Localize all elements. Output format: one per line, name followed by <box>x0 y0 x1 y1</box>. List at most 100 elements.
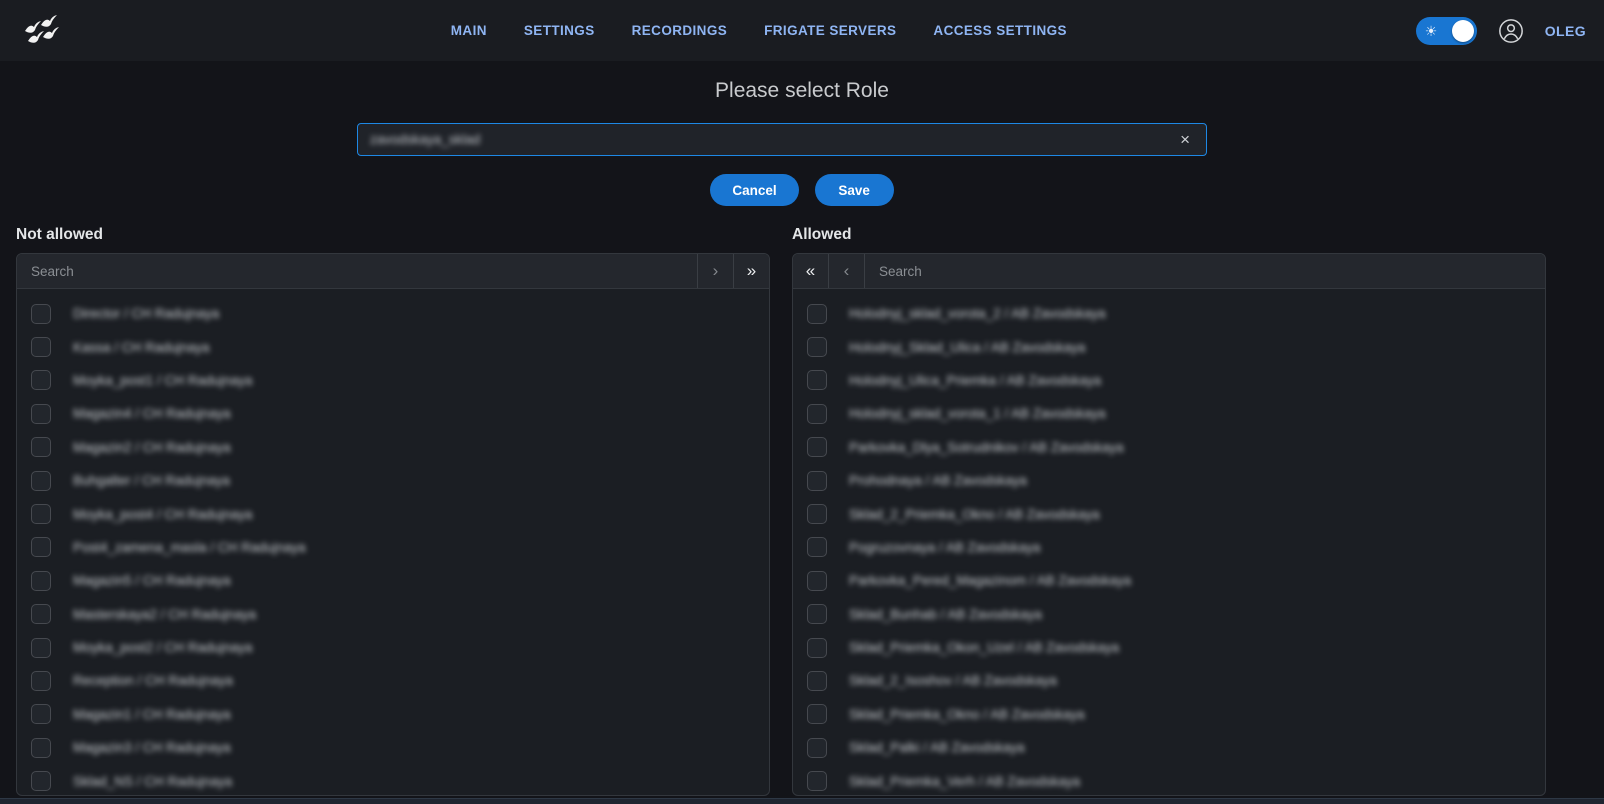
move-all-right-button[interactable]: » <box>733 254 769 288</box>
list-item: Sklad_Priemka_Okno / AB Zavodskaya <box>793 698 1545 731</box>
item-checkbox[interactable] <box>807 537 827 557</box>
item-checkbox[interactable] <box>807 304 827 324</box>
item-checkbox[interactable] <box>807 337 827 357</box>
theme-toggle[interactable]: ☀ <box>1416 17 1477 45</box>
list-item: Buhgalter / CH Radujnaya <box>17 464 769 497</box>
list-item: Pogruzovnaya / AB Zavodskaya <box>793 531 1545 564</box>
item-checkbox[interactable] <box>807 638 827 658</box>
item-checkbox[interactable] <box>31 638 51 658</box>
save-button[interactable]: Save <box>815 174 894 206</box>
item-label: Kassa / CH Radujnaya <box>73 340 210 355</box>
toggle-knob <box>1452 20 1474 42</box>
cancel-button[interactable]: Cancel <box>710 174 798 206</box>
role-input[interactable]: zavodskaya_sklad × <box>357 123 1207 156</box>
list-item: Sklad_Priemka_Verh / AB Zavodskaya <box>793 764 1545 796</box>
item-checkbox[interactable] <box>807 471 827 491</box>
sun-icon: ☀ <box>1425 24 1438 38</box>
dialog-buttons: Cancel Save <box>0 174 1604 206</box>
item-checkbox[interactable] <box>31 771 51 791</box>
list-item: Sklad_2_Isoshov / AB Zavodskaya <box>793 664 1545 697</box>
top-navbar: MAIN SETTINGS RECORDINGS FRIGATE SERVERS… <box>0 0 1604 61</box>
allowed-heading: Allowed <box>792 226 1546 244</box>
nav-right-group: ☀ OLEG <box>1416 17 1586 45</box>
app-logo-birds-icon[interactable] <box>18 8 64 54</box>
user-account-icon[interactable] <box>1498 18 1524 44</box>
nav-link-access-settings[interactable]: ACCESS SETTINGS <box>933 23 1067 38</box>
list-item: Sklad_Bunhab / AB Zavodskaya <box>793 598 1545 631</box>
item-label: Sklad_Palki / AB Zavodskaya <box>849 740 1025 755</box>
item-label: Sklad_2_Priemka_Okno / AB Zavodskaya <box>849 507 1100 522</box>
item-checkbox[interactable] <box>807 671 827 691</box>
item-label: Sklad_Bunhab / AB Zavodskaya <box>849 607 1042 622</box>
item-label: Moyka_post4 / CH Radujnaya <box>73 507 252 522</box>
move-all-left-button[interactable]: « <box>793 254 829 288</box>
item-checkbox[interactable] <box>807 437 827 457</box>
allowed-search-row: « ‹ <box>793 254 1545 289</box>
not-allowed-search-row: › » <box>17 254 769 289</box>
item-checkbox[interactable] <box>31 370 51 390</box>
item-label: Moyka_post2 / CH Radujnaya <box>73 640 252 655</box>
window-bottom-edge <box>0 798 1604 804</box>
list-item: Holodnyj_Ulica_Priemka / AB Zavodskaya <box>793 364 1545 397</box>
not-allowed-list: Director / CH RadujnayaKassa / CH Radujn… <box>17 289 769 796</box>
item-checkbox[interactable] <box>807 738 827 758</box>
item-checkbox[interactable] <box>31 404 51 424</box>
item-label: Pogruzovnaya / AB Zavodskaya <box>849 540 1040 555</box>
item-checkbox[interactable] <box>807 370 827 390</box>
clear-input-icon[interactable]: × <box>1176 129 1194 150</box>
item-checkbox[interactable] <box>807 571 827 591</box>
nav-link-main[interactable]: MAIN <box>451 23 487 38</box>
list-item: Masterskaya2 / CH Radujnaya <box>17 598 769 631</box>
item-checkbox[interactable] <box>31 604 51 624</box>
item-checkbox[interactable] <box>807 604 827 624</box>
list-item: Holodnyj_sklad_vorota_2 / AB Zavodskaya <box>793 297 1545 330</box>
list-item: Magazin2 / CH Radujnaya <box>17 431 769 464</box>
item-checkbox[interactable] <box>807 404 827 424</box>
nav-link-frigate-servers[interactable]: FRIGATE SERVERS <box>764 23 896 38</box>
item-label: Magazin4 / CH Radujnaya <box>73 406 231 421</box>
item-checkbox[interactable] <box>31 337 51 357</box>
item-checkbox[interactable] <box>31 304 51 324</box>
move-selected-left-button[interactable]: ‹ <box>829 254 865 288</box>
nav-link-recordings[interactable]: RECORDINGS <box>632 23 728 38</box>
move-selected-right-button[interactable]: › <box>697 254 733 288</box>
item-label: Magazin2 / CH Radujnaya <box>73 440 231 455</box>
item-label: Sklad_2_Isoshov / AB Zavodskaya <box>849 673 1057 688</box>
item-checkbox[interactable] <box>31 537 51 557</box>
list-item: Moyka_post2 / CH Radujnaya <box>17 631 769 664</box>
allowed-panel: Allowed « ‹ Holodnyj_sklad_vorota_2 / AB… <box>792 226 1546 796</box>
item-checkbox[interactable] <box>31 437 51 457</box>
item-label: Holodnyj_Ulica_Priemka / AB Zavodskaya <box>849 373 1101 388</box>
item-label: Magazin3 / CH Radujnaya <box>73 740 231 755</box>
list-item: Reception / CH Radujnaya <box>17 664 769 697</box>
list-item: Sklad_Palki / AB Zavodskaya <box>793 731 1545 764</box>
role-input-value: zavodskaya_sklad <box>370 132 480 147</box>
item-checkbox[interactable] <box>31 504 51 524</box>
not-allowed-search-input[interactable] <box>17 254 697 288</box>
item-checkbox[interactable] <box>31 671 51 691</box>
item-label: Moyka_post1 / CH Radujnaya <box>73 373 252 388</box>
list-item: Parkovka_Pered_Magazinom / AB Zavodskaya <box>793 564 1545 597</box>
item-label: Sklad_NS / CH Radujnaya <box>73 774 232 789</box>
allowed-search-input[interactable] <box>865 254 1545 288</box>
not-allowed-box: › » Director / CH RadujnayaKassa / CH Ra… <box>16 253 770 796</box>
item-checkbox[interactable] <box>31 738 51 758</box>
item-checkbox[interactable] <box>31 704 51 724</box>
item-label: Parkovka_Dlya_Sotrudnikov / AB Zavodskay… <box>849 440 1124 455</box>
item-label: Holodnyj_Sklad_Ulica / AB Zavodskaya <box>849 340 1085 355</box>
list-item: Sklad_2_Priemka_Okno / AB Zavodskaya <box>793 497 1545 530</box>
item-checkbox[interactable] <box>31 471 51 491</box>
item-checkbox[interactable] <box>807 771 827 791</box>
list-item: Sklad_Priemka_Okon_Uzel / AB Zavodskaya <box>793 631 1545 664</box>
item-label: Holodnyj_sklad_vorota_2 / AB Zavodskaya <box>849 306 1106 321</box>
nav-links: MAIN SETTINGS RECORDINGS FRIGATE SERVERS… <box>451 0 1067 61</box>
item-checkbox[interactable] <box>807 504 827 524</box>
item-label: Reception / CH Radujnaya <box>73 673 233 688</box>
item-label: Parkovka_Pered_Magazinom / AB Zavodskaya <box>849 573 1131 588</box>
nav-link-settings[interactable]: SETTINGS <box>524 23 595 38</box>
item-checkbox[interactable] <box>807 704 827 724</box>
item-checkbox[interactable] <box>31 571 51 591</box>
list-item: Magazin3 / CH Radujnaya <box>17 731 769 764</box>
item-label: Holodnyj_sklad_vorota_1 / AB Zavodskaya <box>849 406 1106 421</box>
list-item: Holodnyj_sklad_vorota_1 / AB Zavodskaya <box>793 397 1545 430</box>
